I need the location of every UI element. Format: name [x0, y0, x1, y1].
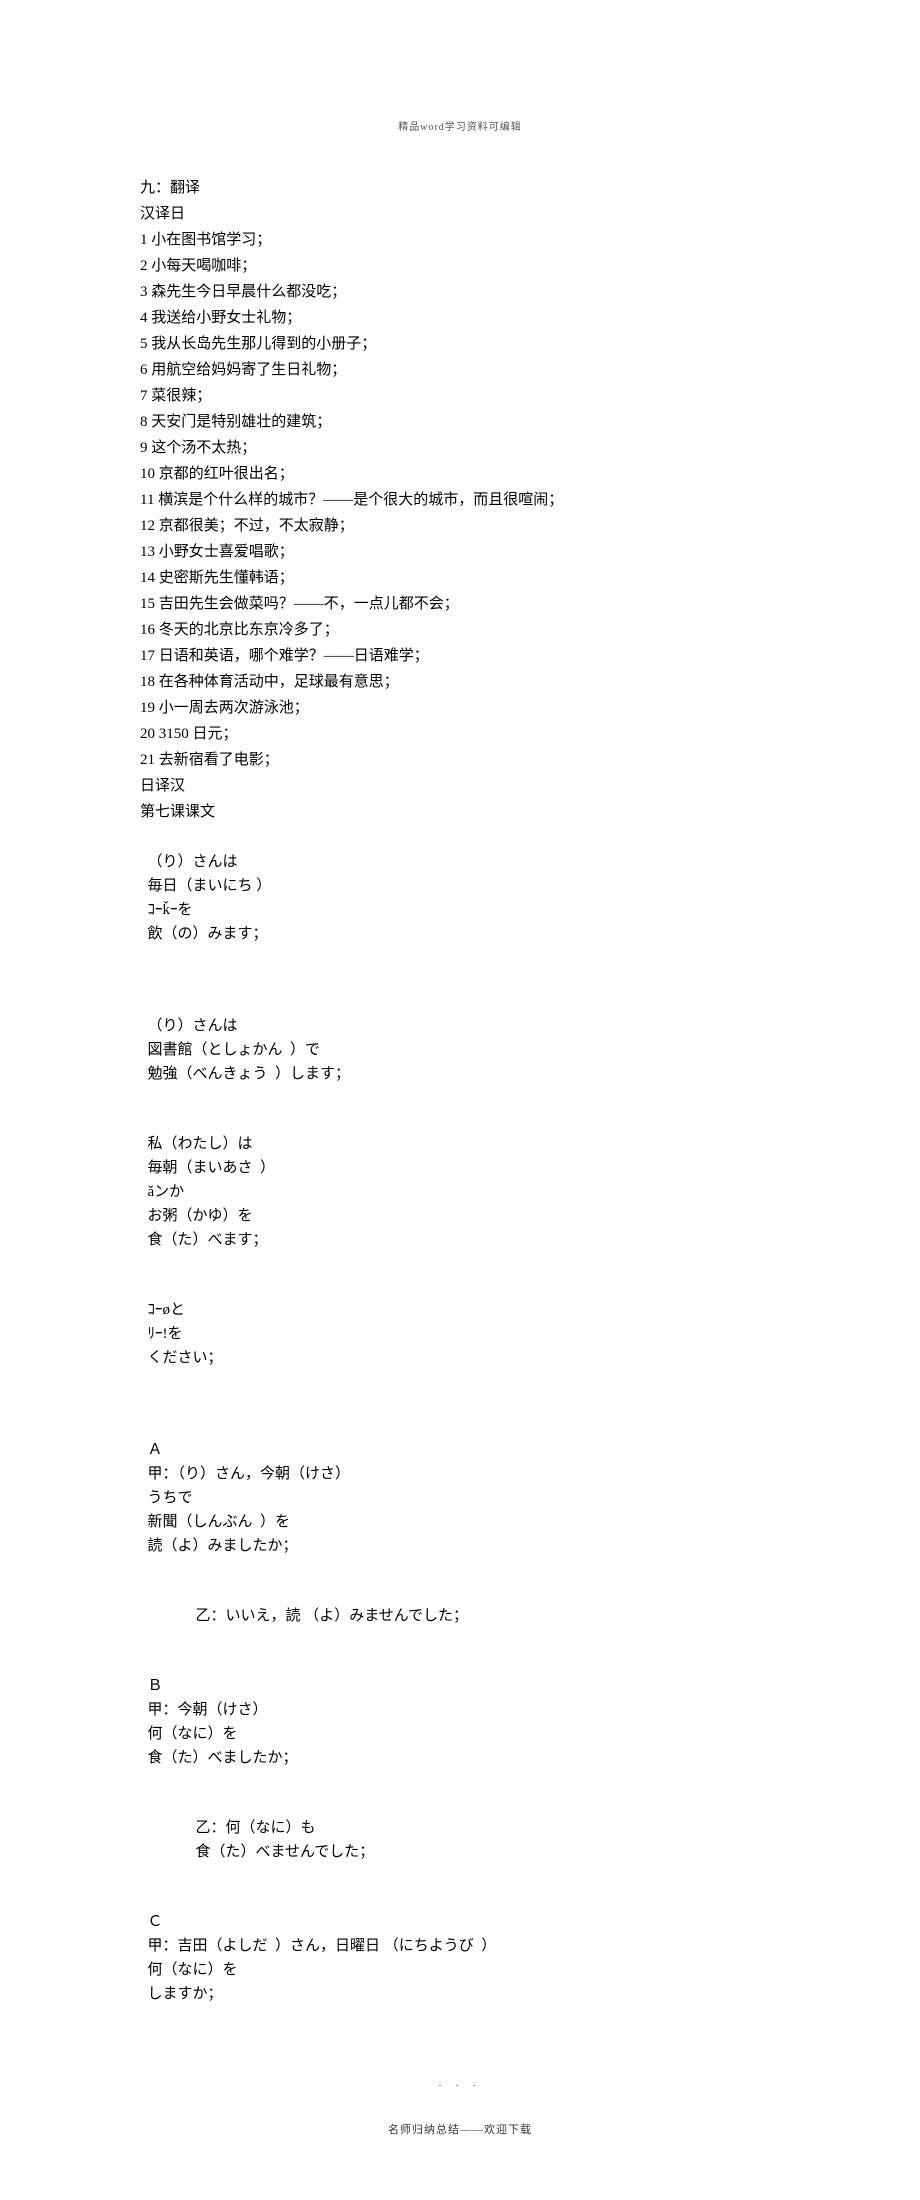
section-title: 九：翻译 — [140, 176, 780, 200]
jp-sentence: ｺｰøと ﾘｰ!を ください； — [140, 1274, 780, 1370]
segment: ﾘｰ!を — [148, 1326, 183, 1342]
list-item: 17 日语和英语，哪个难学？——日语难学； — [140, 644, 780, 668]
segment: ください； — [148, 1350, 223, 1366]
list-item: 3 森先生今日早晨什么都没吃； — [140, 280, 780, 304]
label-c: Ｃ — [148, 1914, 163, 1930]
label-a: Ａ — [148, 1442, 163, 1458]
segment: ǎンか — [148, 1184, 185, 1200]
list-item: 20 3150 日元； — [140, 722, 780, 746]
segment: ｺｰøと — [148, 1302, 186, 1318]
segment: 新聞（しんぶん ）を — [148, 1514, 291, 1530]
dialogue-line: Ｃ 甲：吉田（よしだ ）さん，日曜日 （にちようび ） 何（なに）を しますか； — [140, 1886, 780, 2006]
jp-sentence: 私（わたし）は 毎朝（まいあさ ） ǎンか お粥（かゆ）を 食（た）べます； — [140, 1108, 780, 1252]
segment: 毎朝（まいあさ ） — [148, 1160, 276, 1176]
subheading-cn-jp: 汉译日 — [140, 202, 780, 226]
segment: 乙：何（なに）も — [196, 1820, 316, 1836]
list-item: 18 在各种体育活动中，足球最有意思； — [140, 670, 780, 694]
segment: 図書館（としょかん ）で — [148, 1042, 321, 1058]
footer-dots: . . . — [140, 2076, 780, 2092]
list-item: 6 用航空给妈妈寄了生日礼物； — [140, 358, 780, 382]
segment: ｺｰǩｰを — [148, 902, 193, 918]
segment: 食（た）べましたか； — [148, 1750, 298, 1766]
label-b: Ｂ — [148, 1678, 163, 1694]
segment: 毎日（まいにち ） — [148, 878, 272, 894]
segment: 甲：今朝（けさ） — [148, 1702, 268, 1718]
list-item: 15 吉田先生会做菜吗？——不，一点儿都不会； — [140, 592, 780, 616]
segment: しますか； — [148, 1986, 223, 2002]
dialogue-line: Ａ 甲：（り）さん，今朝（けさ） うちで 新聞（しんぶん ）を 読（よ）みました… — [140, 1414, 780, 1558]
list-item: 11 横滨是个什么样的城市？——是个很大的城市，而且很喧闹； — [140, 488, 780, 512]
segment: 食（た）べませんでした； — [196, 1844, 375, 1860]
segment: 勉強（べんきょう ）します； — [148, 1066, 351, 1082]
list-item: 8 天安门是特别雄壮的建筑； — [140, 410, 780, 434]
dialogue-line: 乙：いいえ，読 （よ）みませんでした； — [140, 1580, 780, 1628]
segment: 甲：吉田（よしだ ）さん，日曜日 （にちようび ） — [148, 1938, 497, 1954]
list-item: 13 小野女士喜爱唱歌； — [140, 540, 780, 564]
segment: 何（なに）を — [148, 1962, 238, 1978]
segment: 何（なに）を — [148, 1726, 238, 1742]
list-item: 9 这个汤不太热； — [140, 436, 780, 460]
list-item: 14 史密斯先生懂韩语； — [140, 566, 780, 590]
segment: 読（よ）みましたか； — [148, 1538, 298, 1554]
list-item: 4 我送给小野女士礼物； — [140, 306, 780, 330]
list-item: 10 京都的红叶很出名； — [140, 462, 780, 486]
segment: （り）さんは — [148, 854, 238, 870]
segment: うちで — [148, 1490, 193, 1506]
header-note: 精品word学习资料可编辑 — [140, 120, 780, 136]
list-item: 2 小每天喝咖啡； — [140, 254, 780, 278]
jp-sentence: （り）さんは 毎日（まいにち ） ｺｰǩｰを 飲（の）みます； — [140, 826, 780, 946]
dialogue-line: 乙：何（なに）も 食（た）べませんでした； — [140, 1792, 780, 1864]
segment: 甲：（り）さん，今朝（けさ） — [148, 1466, 351, 1482]
list-item: 5 我从长岛先生那儿得到的小册子； — [140, 332, 780, 356]
segment: 私（わたし）は — [148, 1136, 253, 1152]
list-item: 21 去新宿看了电影； — [140, 748, 780, 772]
dialogue-line: Ｂ 甲：今朝（けさ） 何（なに）を 食（た）べましたか； — [140, 1650, 780, 1770]
subheading-jp-cn: 日译汉 — [140, 774, 780, 798]
list-item: 19 小一周去两次游泳池； — [140, 696, 780, 720]
list-item: 12 京都很美；不过，不太寂静； — [140, 514, 780, 538]
lesson7-title: 第七课课文 — [140, 800, 780, 824]
segment: お粥（かゆ）を — [148, 1208, 253, 1224]
segment: 乙：いいえ，読 （よ）みませんでした； — [196, 1608, 469, 1624]
segment: 食（た）べます； — [148, 1232, 268, 1248]
list-item: 16 冬天的北京比东京冷多了； — [140, 618, 780, 642]
footer-text: 名师归纳总结——欢迎下载 — [140, 2122, 780, 2140]
list-item: 1 小在图书馆学习； — [140, 228, 780, 252]
segment: 飲（の）みます； — [148, 926, 268, 942]
jp-sentence: （り）さんは 図書館（としょかん ）で 勉強（べんきょう ）します； — [140, 990, 780, 1086]
segment: （り）さんは — [148, 1018, 238, 1034]
list-item: 7 菜很辣； — [140, 384, 780, 408]
